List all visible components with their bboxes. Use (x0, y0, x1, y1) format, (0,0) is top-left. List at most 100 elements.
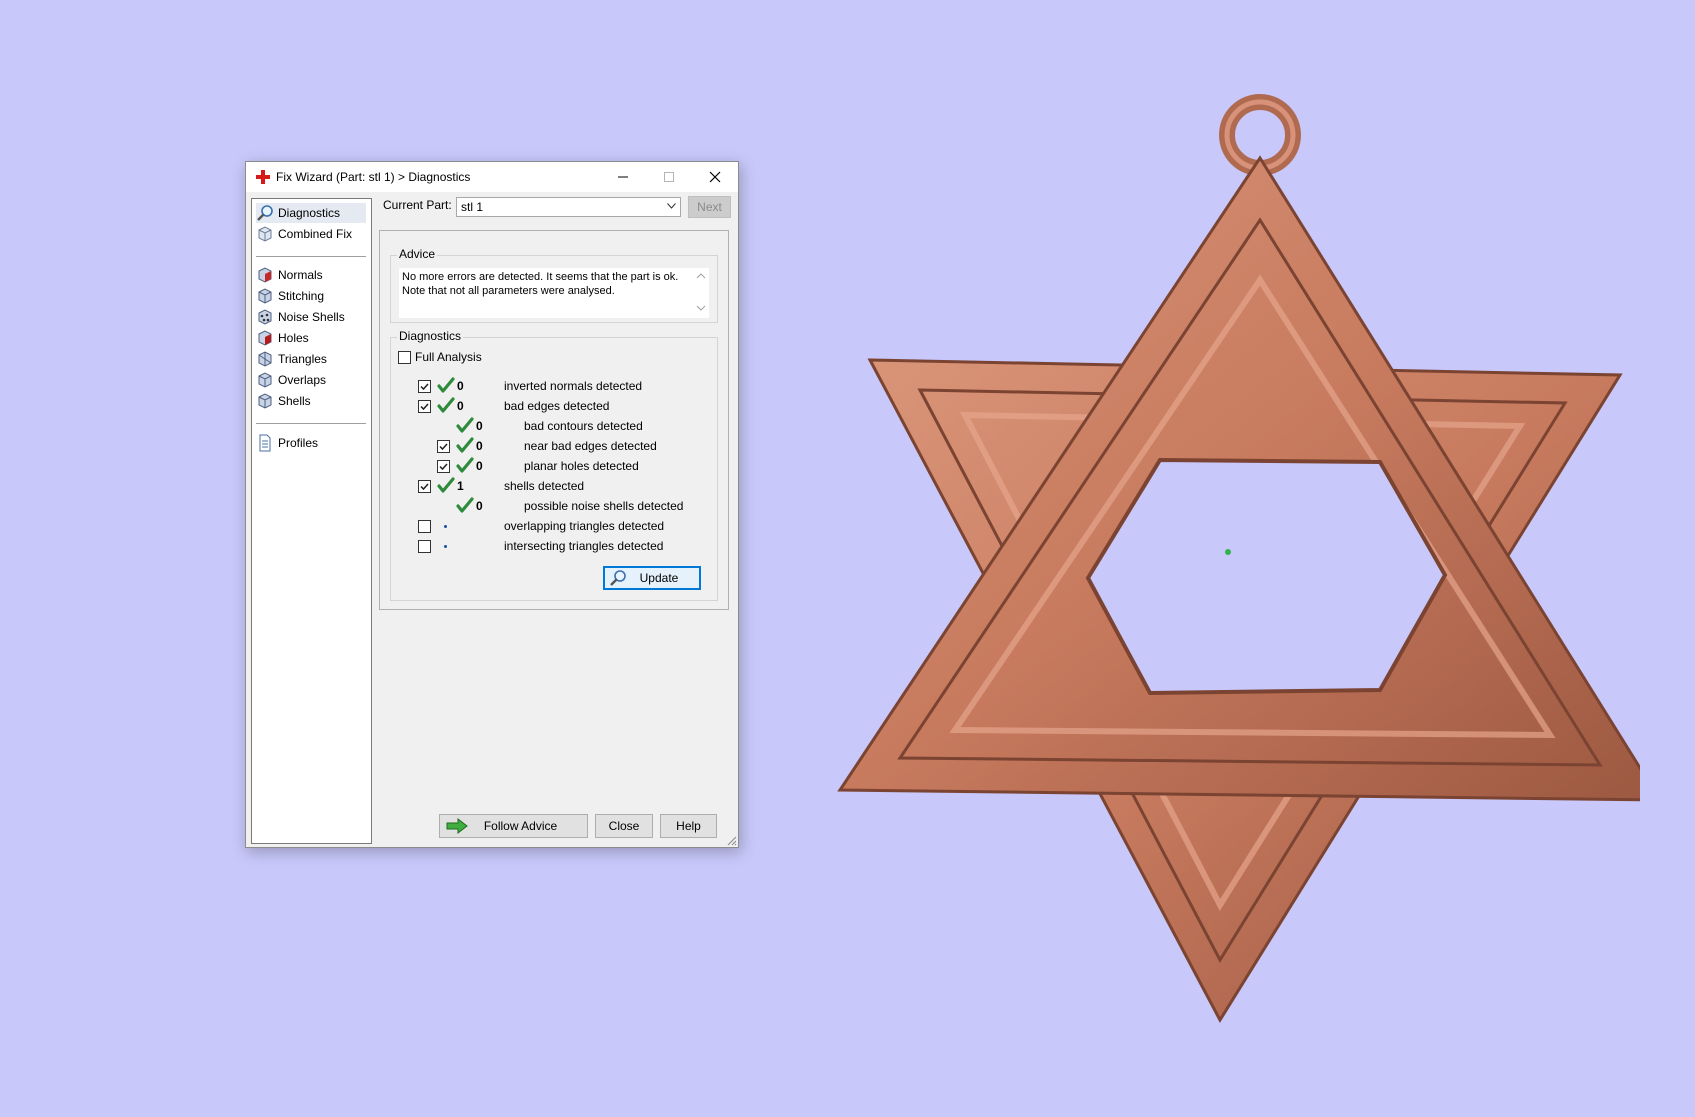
nav-item-holes[interactable]: Holes (256, 328, 366, 348)
title-bar[interactable]: Fix Wizard (Part: stl 1) > Diagnostics (246, 162, 738, 192)
nav-label: Combined Fix (278, 227, 353, 241)
diagnostic-checkbox[interactable] (418, 540, 431, 553)
diagnostic-checkbox[interactable] (418, 400, 431, 413)
nav-separator (256, 256, 366, 257)
green-check-icon (456, 437, 474, 453)
advice-heading: Advice (397, 247, 438, 261)
diagnostic-count: 0 (476, 419, 483, 433)
full-analysis-label: Full Analysis (415, 350, 482, 364)
full-analysis-checkbox[interactable] (398, 351, 411, 364)
update-button[interactable]: Update (603, 566, 701, 590)
nav-label: Stitching (278, 289, 325, 303)
next-button[interactable]: Next (688, 196, 731, 218)
nav-label: Holes (278, 331, 309, 345)
green-check-icon (456, 457, 474, 473)
current-part-value: stl 1 (461, 200, 484, 214)
advice-group: Advice No more errors are detected. It s… (390, 247, 718, 323)
diagnostic-label: near bad edges detected (524, 439, 657, 453)
nav-label: Normals (278, 268, 323, 282)
magnifier-icon (610, 570, 626, 586)
nav-item-combined-fix[interactable]: Combined Fix (256, 224, 366, 244)
chevron-down-icon (667, 203, 676, 209)
checkmark-icon (439, 443, 448, 451)
close-button[interactable]: Close (595, 814, 653, 838)
advice-scrollbar[interactable] (693, 268, 709, 316)
diagnostics-group: Diagnostics Full Analysis 0 inverted norm… (390, 329, 718, 601)
not-analysed-dot-icon (444, 525, 447, 528)
diagnostics-panel: Advice No more errors are detected. It s… (379, 230, 729, 610)
nav-item-noise-shells[interactable]: Noise Shells (256, 307, 366, 327)
nav-label: Triangles (278, 352, 327, 366)
advice-line-1: No more errors are detected. It seems th… (402, 271, 679, 283)
nav-label: Profiles (278, 436, 319, 450)
nav-item-shells[interactable]: Shells (256, 391, 366, 411)
green-check-icon (437, 397, 455, 413)
diagnostic-count: 0 (457, 399, 464, 413)
nav-item-normals[interactable]: Normals (256, 265, 366, 285)
stitching-cube-icon (258, 288, 272, 304)
star-of-david-pendant-model[interactable] (820, 90, 1640, 1030)
green-arrow-icon (446, 818, 468, 834)
normals-cube-icon (258, 267, 272, 283)
close-window-button[interactable] (692, 162, 738, 192)
diagnostic-count: 0 (476, 439, 483, 453)
green-check-icon (437, 377, 455, 393)
nav-label: Diagnostics (278, 206, 341, 220)
diagnostic-label: shells detected (504, 479, 585, 493)
diagnostic-label: intersecting triangles detected (504, 539, 664, 553)
green-check-icon (456, 417, 474, 433)
follow-advice-label: Follow Advice (483, 819, 558, 833)
nav-item-stitching[interactable]: Stitching (256, 286, 366, 306)
current-part-label: Current Part: (383, 198, 452, 212)
red-cross-icon (256, 170, 270, 184)
window-title: Fix Wizard (Part: stl 1) > Diagnostics (276, 170, 471, 184)
checkmark-icon (420, 483, 429, 491)
diagnostic-count: 1 (457, 479, 464, 493)
close-icon (709, 171, 721, 183)
nav-item-diagnostics[interactable]: Diagnostics (256, 203, 366, 223)
fix-wizard-dialog: Fix Wizard (Part: stl 1) > Diagnostics D… (245, 161, 739, 848)
wizard-navigation: Diagnostics Combined Fix Normals Stitchi… (251, 198, 372, 844)
shells-cube-icon (258, 393, 272, 409)
diagnostic-label: overlapping triangles detected (504, 519, 665, 533)
cube-icon (258, 226, 272, 242)
diagnostic-label: possible noise shells detected (524, 499, 684, 513)
diagnostic-label: bad contours detected (524, 419, 643, 433)
help-button[interactable]: Help (660, 814, 717, 838)
diagnostic-checkbox[interactable] (418, 380, 431, 393)
nav-item-triangles[interactable]: Triangles (256, 349, 366, 369)
advice-line-2: Note that not all parameters were analys… (402, 285, 615, 297)
checkmark-icon (420, 383, 429, 391)
minimize-icon (618, 176, 628, 178)
follow-advice-button[interactable]: Follow Advice (439, 814, 588, 838)
diagnostic-checkbox[interactable] (437, 440, 450, 453)
nav-item-overlaps[interactable]: Overlaps (256, 370, 366, 390)
nav-label: Shells (278, 394, 311, 408)
diagnostic-count: 0 (476, 459, 483, 473)
current-part-dropdown[interactable]: stl 1 (456, 197, 681, 217)
diagnostic-checkbox[interactable] (418, 480, 431, 493)
update-label: Update (639, 571, 679, 585)
diagnostic-label: inverted normals detected (504, 379, 643, 393)
green-check-icon (456, 497, 474, 513)
maximize-button[interactable] (646, 162, 692, 192)
diagnostic-checkbox[interactable] (437, 460, 450, 473)
diagnostic-count: 0 (476, 499, 483, 513)
diagnostic-label: bad edges detected (504, 399, 610, 413)
holes-cube-icon (258, 330, 272, 346)
maximize-icon (664, 172, 674, 182)
diagnostic-label: planar holes detected (524, 459, 639, 473)
diagnostics-heading: Diagnostics (397, 329, 464, 343)
minimize-button[interactable] (600, 162, 646, 192)
diagnostic-checkbox[interactable] (418, 520, 431, 533)
resize-grip-icon[interactable] (727, 836, 737, 846)
green-check-icon (437, 477, 455, 493)
advice-text-box: No more errors are detected. It seems th… (399, 268, 709, 318)
not-analysed-dot-icon (444, 545, 447, 548)
nav-item-profiles[interactable]: Profiles (256, 433, 366, 453)
magnifier-icon (257, 205, 273, 221)
document-icon (259, 434, 271, 452)
nav-label: Noise Shells (278, 310, 345, 324)
nav-separator (256, 423, 366, 424)
diagnostic-count: 0 (457, 379, 464, 393)
